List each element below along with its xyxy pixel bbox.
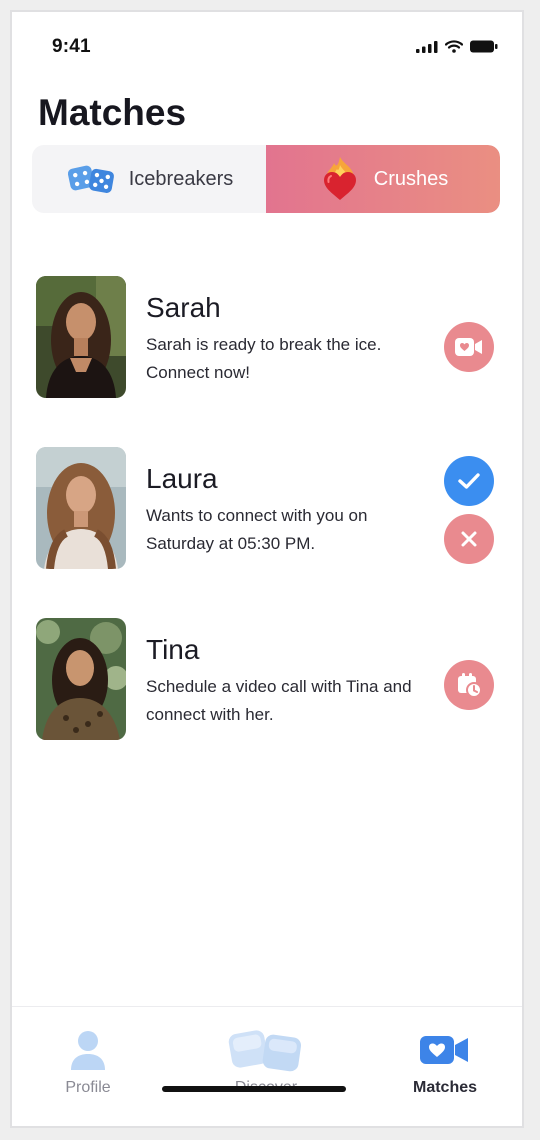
- match-name: Sarah: [146, 292, 221, 323]
- decline-button[interactable]: [444, 514, 494, 564]
- tab-matches[interactable]: Matches: [370, 1027, 520, 1107]
- page-title: Matches: [38, 92, 187, 133]
- match-message: Schedule a video call with Tina and conn…: [146, 677, 412, 724]
- match-item-sarah[interactable]: Sarah Sarah is ready to break the ice. C…: [12, 276, 522, 400]
- tab-crushes-label: Crushes: [373, 167, 449, 190]
- signal-icon: [416, 40, 438, 53]
- avatar[interactable]: [36, 447, 126, 569]
- video-heart-icon: [420, 1036, 468, 1064]
- home-indicator: [162, 1086, 346, 1092]
- tab-profile[interactable]: Profile: [13, 1027, 163, 1107]
- close-icon: [461, 531, 477, 547]
- tab-icebreakers[interactable]: Icebreakers: [32, 145, 266, 213]
- dice-icon: [228, 1030, 302, 1072]
- check-icon: [458, 473, 480, 489]
- match-message: Wants to connect with you on Saturday at…: [146, 506, 368, 553]
- video-call-icon: [455, 338, 482, 356]
- segmented-control: Icebreakers Crushes: [32, 145, 500, 213]
- accept-button[interactable]: [444, 456, 494, 506]
- wifi-icon: [445, 40, 463, 53]
- match-item-tina[interactable]: Tina Schedule a video call with Tina and…: [12, 618, 522, 742]
- status-time: 9:41: [52, 36, 91, 57]
- schedule-call-button[interactable]: [444, 660, 494, 710]
- flaming-heart-icon: [323, 157, 356, 200]
- match-message: Sarah is ready to break the ice. Connect…: [146, 335, 382, 382]
- video-call-button[interactable]: [444, 322, 494, 372]
- status-icons: [416, 40, 498, 53]
- tab-matches-label: Matches: [412, 1079, 478, 1096]
- tab-discover[interactable]: Discover: [191, 1027, 341, 1107]
- match-name: Laura: [146, 463, 218, 494]
- avatar[interactable]: [36, 276, 126, 398]
- tab-profile-label: Profile: [65, 1079, 111, 1096]
- dice-icon: [67, 165, 114, 193]
- phone-screen: 9:41 Matches Icebreakers Crushes Sarah S…: [10, 10, 524, 1128]
- schedule-call-icon: [458, 673, 482, 698]
- avatar[interactable]: [36, 618, 126, 740]
- battery-icon: [470, 40, 498, 53]
- person-icon: [71, 1031, 105, 1070]
- match-item-laura[interactable]: Laura Wants to connect with you on Satur…: [12, 447, 522, 571]
- tab-icebreakers-label: Icebreakers: [128, 167, 234, 190]
- status-bar: 9:41: [12, 12, 522, 72]
- tab-bar: Profile Discover: [12, 1006, 522, 1126]
- match-name: Tina: [146, 634, 200, 665]
- tab-crushes[interactable]: Crushes: [266, 145, 500, 213]
